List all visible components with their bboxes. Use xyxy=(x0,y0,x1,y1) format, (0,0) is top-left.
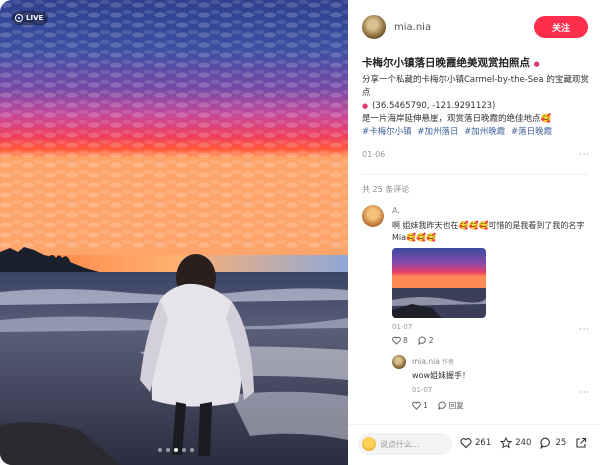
divider xyxy=(362,174,588,175)
tag-list: #卡梅尔小镇 #加州落日 #加州晚霞 #落日晚霞 xyxy=(362,126,590,139)
reply-avatar[interactable] xyxy=(392,355,406,369)
reply-actions: 1 回复 xyxy=(412,400,464,411)
carousel-dot-active[interactable] xyxy=(174,448,178,452)
reply-label: 回复 xyxy=(448,401,464,410)
post-description: 分享一个私藏的卡梅尔小镇Carmel-by-the-Sea 的宝藏观赏点 ● (3… xyxy=(362,74,590,139)
live-badge: LIVE xyxy=(12,11,49,25)
reply-text: wow姐妹握手！ xyxy=(412,371,470,380)
sunset-photo xyxy=(0,0,348,465)
reply-more-icon[interactable]: ··· xyxy=(579,388,590,397)
live-label: LIVE xyxy=(26,14,44,22)
comment-sunset-image xyxy=(392,248,486,318)
author-name[interactable]: mia.nia xyxy=(394,22,431,33)
post-stats: 261 240 25 xyxy=(460,437,587,449)
reply-author[interactable]: mia.nia 作者 xyxy=(412,357,454,366)
like-count: 261 xyxy=(475,438,492,448)
like-button[interactable]: 261 xyxy=(460,437,491,449)
comment-more-icon[interactable]: ··· xyxy=(579,325,590,334)
comment-image[interactable] xyxy=(392,248,486,318)
heart-icon xyxy=(392,336,401,345)
comment-reply-button[interactable]: 2 xyxy=(417,336,434,345)
post-photo[interactable]: LIVE xyxy=(0,0,348,465)
author-avatar[interactable] xyxy=(362,15,386,39)
description-line-1: 分享一个私藏的卡梅尔小镇Carmel-by-the-Sea 的宝藏观赏点 xyxy=(362,75,589,98)
share-button[interactable] xyxy=(575,437,587,449)
commenter-name[interactable]: A. xyxy=(392,206,400,215)
share-icon xyxy=(576,437,587,448)
heart-icon xyxy=(460,438,472,449)
heart-icon xyxy=(412,401,421,410)
user-avatar xyxy=(362,437,376,451)
comment-reply-count: 2 xyxy=(428,336,434,345)
comment-total: 25 xyxy=(555,438,567,448)
reply-reply-button[interactable]: 回复 xyxy=(437,400,464,411)
carousel-dot[interactable] xyxy=(182,448,186,452)
chat-bubble-icon xyxy=(417,336,426,345)
coordinates-line: ● (36.5465790, -121.9291123) xyxy=(362,100,590,113)
tag-link[interactable]: #落日晚霞 xyxy=(511,127,552,137)
comment-count: 共 25 条评论 xyxy=(362,185,410,194)
tag-link[interactable]: #加州落日 xyxy=(417,127,458,137)
carousel-dot[interactable] xyxy=(158,448,162,452)
author-badge: 作者 xyxy=(441,359,454,366)
tag-link[interactable]: #加州晚霞 xyxy=(464,127,505,137)
follow-button[interactable]: 关注 xyxy=(534,16,588,38)
post-title-text: 卡梅尔小镇落日晚霞绝美观赏拍照点 xyxy=(362,57,530,69)
chat-bubble-icon xyxy=(540,437,551,449)
favorite-count: 240 xyxy=(515,438,532,448)
carousel-dots xyxy=(158,448,194,452)
reply-date: 01-07 xyxy=(412,386,433,394)
post-date: 01-06 xyxy=(362,150,386,159)
comment-like-button[interactable]: 8 xyxy=(392,336,408,345)
comment-date: 01-07 xyxy=(392,323,413,331)
comment-input[interactable]: 说点什么... xyxy=(358,433,452,455)
author-header[interactable]: mia.nia xyxy=(362,15,431,39)
comment-like-count: 8 xyxy=(403,336,408,345)
comment-button[interactable]: 25 xyxy=(540,437,566,449)
bottom-action-bar: 说点什么... 261 240 25 xyxy=(348,424,600,465)
coordinates-text: (36.5465790, -121.9291123) xyxy=(372,101,496,111)
carousel-dot[interactable] xyxy=(190,448,194,452)
post-meta-row: 01-06 ··· xyxy=(362,150,590,159)
post-title: 卡梅尔小镇落日晚霞绝美观赏拍照点 ● xyxy=(362,55,590,70)
post-panel: mia.nia 关注 卡梅尔小镇落日晚霞绝美观赏拍照点 ● 分享一个私藏的卡梅尔… xyxy=(348,0,600,465)
favorite-button[interactable]: 240 xyxy=(500,437,531,449)
location-pin-icon: ● xyxy=(533,60,540,68)
comment-text: 啊 姐妹我昨天也在🥰🥰🥰可惜的是我看到了我的名字Mia🥰🥰🥰 xyxy=(392,221,585,242)
post-detail-modal: LIVE mia.nia 关注 卡梅尔小镇落日晚霞绝美观赏拍照点 ● 分享一个私… xyxy=(0,0,600,465)
reply-like-count: 1 xyxy=(423,401,428,410)
more-options-icon[interactable]: ··· xyxy=(579,150,590,159)
location-pin-icon: ● xyxy=(362,102,369,110)
comment-input-placeholder: 说点什么... xyxy=(380,439,420,449)
tag-link[interactable]: #卡梅尔小镇 xyxy=(362,127,412,137)
description-line-2: 是一片海岸延伸悬崖，观赏落日晚霞的绝佳地点🥰 xyxy=(362,114,552,124)
live-icon xyxy=(15,14,23,22)
chat-bubble-icon xyxy=(437,401,446,410)
comment-actions: 8 2 xyxy=(392,336,434,345)
star-icon xyxy=(500,437,513,449)
reply-like-button[interactable]: 1 xyxy=(412,400,428,411)
carousel-dot[interactable] xyxy=(166,448,170,452)
commenter-avatar[interactable] xyxy=(362,205,384,227)
reply-author-name: mia.nia xyxy=(412,357,440,366)
